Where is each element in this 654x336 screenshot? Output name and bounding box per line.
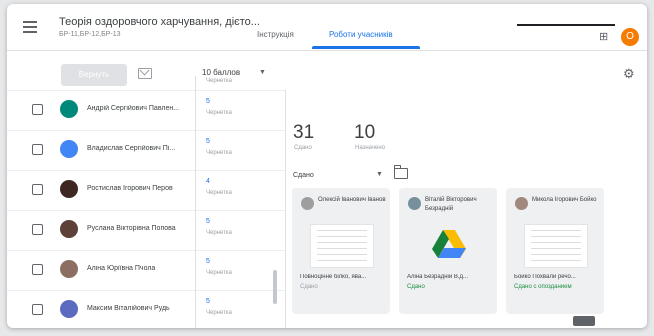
tooltip-chip: [573, 316, 595, 326]
hamburger-menu-icon[interactable]: [23, 21, 37, 36]
avatar: [60, 260, 78, 278]
card-student-name: Микола Ігорович Бойко: [532, 197, 597, 203]
student-name[interactable]: Владислав Сергійович Пі...: [87, 145, 195, 152]
grade-cell[interactable]: 5 Чернетка: [195, 210, 272, 250]
grade-cell[interactable]: 5 Чернетка: [195, 250, 272, 290]
avatar: [408, 197, 421, 210]
student-row[interactable]: Андрій Сергійович Павлен... 5 Чернетка: [7, 90, 285, 131]
row-checkbox[interactable]: [32, 264, 43, 275]
course-sections: БР-11,БР-12,БР-13: [59, 31, 121, 38]
student-row[interactable]: Владислав Сергійович Пі... 5 Чернетка: [7, 130, 285, 171]
panel-divider: [285, 90, 286, 328]
grade-value: 5: [206, 258, 210, 265]
submission-card[interactable]: Віталій Вікторович Безрадній Аліна Безра…: [399, 188, 497, 314]
caret-down-icon[interactable]: ▼: [376, 171, 383, 178]
submission-card[interactable]: Олексій Іванович Іванов Повноцінне білко…: [292, 188, 390, 314]
grade-value: 4: [206, 178, 210, 185]
row-checkbox[interactable]: [32, 224, 43, 235]
card-student-name: Віталій Вікторович Безрадній: [425, 197, 477, 212]
student-name[interactable]: Андрій Сергійович Павлен...: [87, 105, 195, 112]
apps-grid-icon[interactable]: ⊞: [599, 30, 608, 43]
avatar: [60, 140, 78, 158]
grade-status: Чернетка: [206, 78, 232, 84]
gear-icon[interactable]: ⚙: [623, 66, 635, 82]
course-title[interactable]: Теорія оздоровчого харчування, дієто...: [59, 16, 260, 28]
turned-in-label: Сдано: [294, 145, 312, 151]
student-name[interactable]: Ростислав Ігорович Перов: [87, 185, 195, 192]
card-file-name: Аліна Безрадній В.д...: [407, 274, 469, 280]
turned-in-count: 31: [293, 122, 315, 143]
student-name[interactable]: Максим Віталійович Рудь: [87, 305, 195, 312]
avatar: [515, 197, 528, 210]
row-checkbox[interactable]: [32, 184, 43, 195]
grade-status: Чернетка: [206, 190, 232, 196]
grade-status: Чернетка: [206, 150, 232, 156]
row-checkbox[interactable]: [32, 304, 43, 315]
grade-cell[interactable]: 5 Чернетка: [195, 90, 272, 130]
student-name[interactable]: Аліна Юріївна Пчола: [87, 265, 195, 272]
grade-status: Чернетка: [206, 270, 232, 276]
student-row[interactable]: Аліна Юріївна Пчола 5 Чернетка: [7, 250, 285, 291]
card-status: Сдано: [300, 284, 318, 290]
grade-status: Чернетка: [206, 230, 232, 236]
assigned-count: 10: [354, 122, 376, 143]
grade-value: 5: [206, 138, 210, 145]
grade-value: 5: [206, 298, 210, 305]
active-tab-indicator: [312, 46, 420, 49]
grade-cell[interactable]: 5 Чернетка: [195, 130, 272, 170]
student-name[interactable]: Руслана Вікторівна Попова: [87, 225, 195, 232]
row-checkbox[interactable]: [32, 104, 43, 115]
card-status: Сдано с опозданием: [514, 284, 572, 290]
document-thumbnail[interactable]: [310, 224, 374, 268]
grade-value: 5: [206, 98, 210, 105]
account-avatar[interactable]: О: [621, 28, 639, 46]
classroom-window: Теорія оздоровчого харчування, дієто... …: [7, 4, 647, 328]
top-bar: Теорія оздоровчого харчування, дієто... …: [7, 4, 647, 51]
grade-status: Чернетка: [206, 310, 232, 316]
grade-value: 5: [206, 218, 210, 225]
student-row[interactable]: Максим Віталійович Рудь 5 Чернетка: [7, 290, 285, 328]
avatar: [60, 300, 78, 318]
student-row[interactable]: Руслана Вікторівна Попова 5 Чернетка: [7, 210, 285, 251]
avatar: [60, 180, 78, 198]
submission-card[interactable]: Микола Ігорович Бойко Бойко Похвали речо…: [506, 188, 604, 314]
google-drive-icon[interactable]: [432, 228, 466, 258]
student-row-partial: Чернетка: [7, 76, 285, 91]
assigned-label: Назначено: [355, 145, 385, 151]
card-student-name: Олексій Іванович Іванов: [318, 197, 386, 203]
grade-cell[interactable]: Чернетка: [195, 76, 272, 90]
tab-student-work[interactable]: Роботи учасників: [329, 30, 393, 39]
student-row[interactable]: Ростислав Ігорович Перов 4 Чернетка: [7, 170, 285, 211]
status-filter[interactable]: Сдано: [293, 172, 314, 179]
row-checkbox[interactable]: [32, 144, 43, 155]
document-thumbnail[interactable]: [524, 224, 588, 268]
list-scrollbar[interactable]: [273, 270, 277, 304]
caret-down-icon[interactable]: ▼: [259, 69, 266, 76]
loading-bar: [517, 24, 615, 26]
folder-icon[interactable]: [394, 165, 408, 179]
student-list: Чернетка Андрій Сергійович Павлен... 5 Ч…: [7, 76, 285, 328]
avatar: [60, 100, 78, 118]
card-file-name: Бойко Похвали речо...: [514, 274, 576, 280]
tab-instructions[interactable]: Інструкція: [257, 30, 294, 39]
avatar: [60, 220, 78, 238]
grade-cell[interactable]: 5 Чернетка: [195, 290, 272, 328]
card-status: Сдано: [407, 284, 425, 290]
grade-cell[interactable]: 4 Чернетка: [195, 170, 272, 210]
avatar: [301, 197, 314, 210]
grade-status: Чернетка: [206, 110, 232, 116]
card-file-name: Повноцінне білко, ява...: [300, 274, 367, 280]
